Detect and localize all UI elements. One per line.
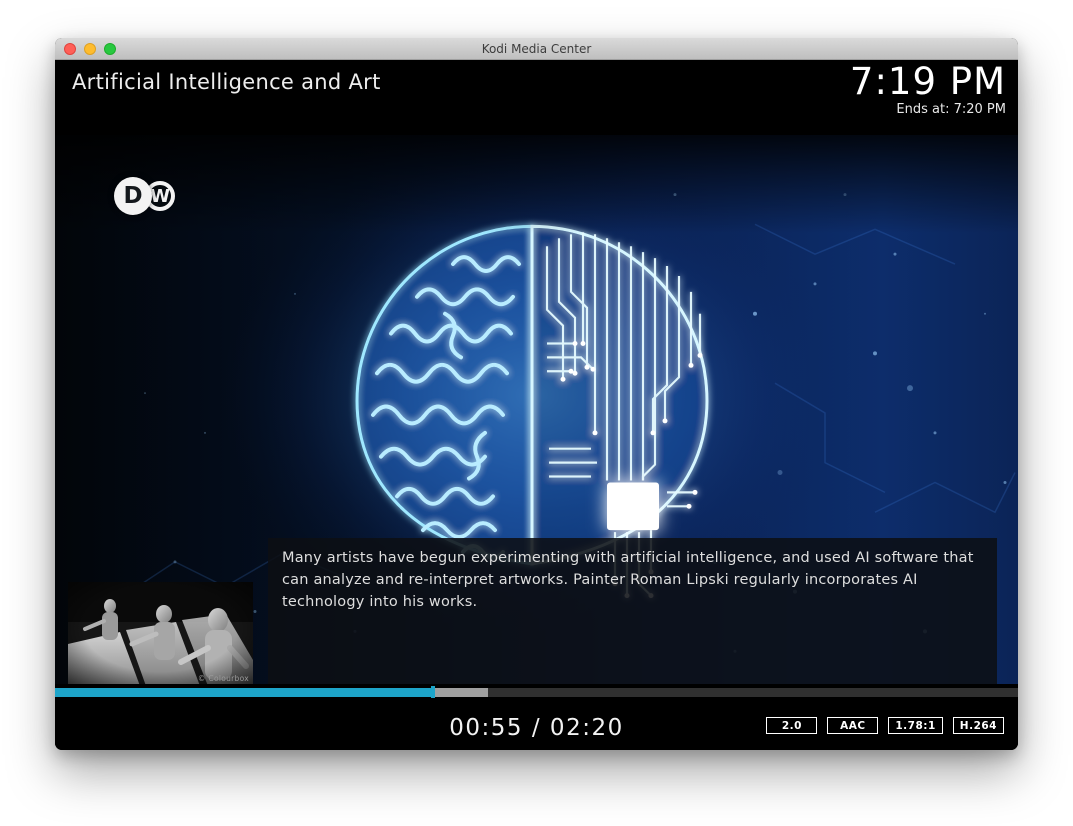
- clock: 7:19 PM: [850, 63, 1006, 102]
- osd-header: Artificial Intelligence and Art 7:19 PM …: [55, 60, 1018, 135]
- subtitle-text: Many artists have begun experimenting wi…: [282, 548, 983, 613]
- clock-block: 7:19 PM Ends at: 7:20 PM: [850, 63, 1006, 117]
- dw-logo-d-icon: D: [114, 177, 152, 215]
- window-titlebar[interactable]: Kodi Media Center: [55, 38, 1018, 60]
- bottom-bar: 00:55 / 02:20 2.0 AAC 1.78:1 H.264: [55, 698, 1018, 750]
- video-thumbnail: © Colourbox: [68, 582, 253, 684]
- progress-row: [55, 684, 1018, 698]
- badge-audio-codec: AAC: [827, 717, 878, 734]
- badge-aspect-ratio: 1.78:1: [888, 717, 942, 734]
- codec-badges: 2.0 AAC 1.78:1 H.264: [766, 717, 1004, 734]
- thumbnail-robots-image: [68, 582, 253, 684]
- badge-audio-channels: 2.0: [766, 717, 817, 734]
- video-canvas[interactable]: D W Many artists have begun experimentin…: [55, 135, 1018, 684]
- progress-played: [55, 688, 433, 697]
- dw-channel-logo: D W: [114, 177, 175, 215]
- kodi-window: Kodi Media Center Artificial Intelligenc…: [55, 38, 1018, 750]
- video-title: Artificial Intelligence and Art: [72, 70, 381, 94]
- seekbar[interactable]: [55, 688, 1018, 697]
- badge-video-codec: H.264: [953, 717, 1004, 734]
- window-title: Kodi Media Center: [55, 42, 1018, 56]
- ends-at-label: Ends at: 7:20 PM: [850, 102, 1006, 117]
- subtitle-overlay: Many artists have begun experimenting wi…: [268, 538, 997, 684]
- thumbnail-watermark: © Colourbox: [198, 674, 249, 683]
